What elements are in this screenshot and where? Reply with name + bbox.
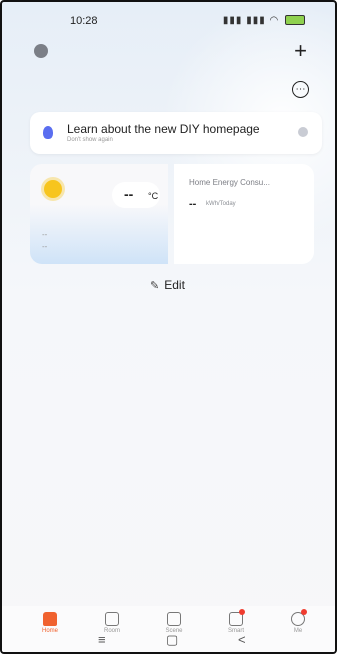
edit-button[interactable]: ✎ Edit <box>150 278 185 292</box>
smart-icon <box>229 609 245 626</box>
more-icon[interactable]: ⋯ <box>292 81 309 98</box>
status-time: 10:28 <box>70 15 98 27</box>
home-icon <box>43 612 57 626</box>
home-nav-icon[interactable]: ▢ <box>166 632 178 648</box>
close-icon[interactable] <box>298 127 308 137</box>
sun-icon <box>44 180 62 198</box>
weather-detail-2: -- <box>42 242 48 251</box>
edit-icon: ✎ <box>150 279 160 292</box>
diy-homepage-tip[interactable]: Learn about the new DIY homepage Don't s… <box>30 112 322 154</box>
system-nav-bar: ≡ ▢ < <box>2 630 335 652</box>
energy-title: Home Energy Consu... <box>189 178 270 187</box>
back-icon[interactable]: < <box>238 632 246 647</box>
lightbulb-icon <box>43 126 53 139</box>
dont-show-again-link[interactable]: Don't show again <box>67 137 113 143</box>
notification-badge <box>301 609 307 615</box>
menu-icon[interactable]: ≡ <box>98 632 106 647</box>
me-icon <box>291 609 307 626</box>
battery-icon <box>285 15 305 26</box>
signal-icon-2: ▮▮▮ <box>246 15 266 26</box>
temperature-unit: °C <box>148 191 159 201</box>
room-icon <box>105 612 119 626</box>
energy-card[interactable]: Home Energy Consu... -- kWh/Today <box>174 164 314 264</box>
weather-detail-1: -- <box>42 230 48 239</box>
scene-icon <box>167 612 181 626</box>
profile-icon[interactable] <box>34 44 48 58</box>
status-icons: ▮▮▮ ▮▮▮ ◠ <box>223 15 305 26</box>
energy-value: -- <box>189 198 197 210</box>
wifi-icon: ◠ <box>269 15 280 26</box>
weather-card[interactable]: -- °C -- -- <box>30 164 168 264</box>
edit-label: Edit <box>164 278 185 292</box>
tip-title: Learn about the new DIY homepage <box>67 122 260 136</box>
status-bar: 10:28 ▮▮▮ ▮▮▮ ◠ <box>2 2 335 42</box>
phone-screen: 10:28 ▮▮▮ ▮▮▮ ◠ + ⋯ Learn about the new … <box>0 0 337 654</box>
notification-badge <box>239 609 245 615</box>
add-icon[interactable]: + <box>294 40 307 62</box>
signal-icon: ▮▮▮ <box>222 15 243 26</box>
energy-unit: kWh/Today <box>206 201 236 207</box>
temperature-value: -- <box>124 186 134 202</box>
